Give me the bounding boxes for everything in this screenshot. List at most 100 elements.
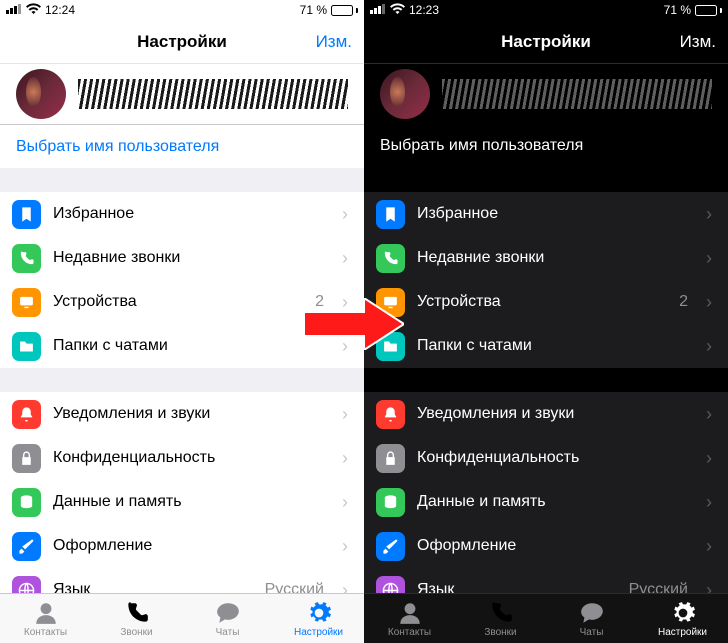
battery-icon — [695, 5, 722, 16]
lock-icon — [376, 444, 405, 473]
phone-dark: 12:23 71 % Настройки Изм. Выбрать имя по… — [364, 0, 728, 643]
cell-data[interactable]: Данные и память› — [0, 480, 364, 524]
status-time: 12:23 — [409, 3, 439, 17]
cell-label: Уведомления и звуки — [53, 405, 324, 423]
cell-folders[interactable]: Папки с чатами › — [0, 324, 364, 368]
tab-calls[interactable]: Звонки — [455, 594, 546, 643]
chevron-right-icon: › — [706, 580, 712, 594]
tab-contacts[interactable]: Контакты — [364, 594, 455, 643]
cell-devices[interactable]: Устройства2› — [364, 280, 728, 324]
folder-icon — [12, 332, 41, 361]
chevron-right-icon: › — [342, 336, 348, 357]
cell-label: Язык — [417, 581, 617, 593]
cell-label: Избранное — [417, 205, 688, 223]
profile-cell[interactable] — [364, 64, 728, 124]
signal-icon — [6, 3, 22, 17]
phone-icon — [376, 244, 405, 273]
cell-saved[interactable]: Избранное › — [0, 192, 364, 236]
cell-theme[interactable]: Оформление› — [0, 524, 364, 568]
section-gap — [0, 368, 364, 392]
cell-priv[interactable]: Конфиденциальность› — [0, 436, 364, 480]
profile-name-redacted — [78, 79, 348, 109]
cell-label: Данные и память — [53, 493, 324, 511]
db-icon — [12, 488, 41, 517]
tab-label: Контакты — [388, 627, 431, 638]
tab-chats[interactable]: Чаты — [546, 594, 637, 643]
bookmark-icon — [12, 200, 41, 229]
cell-label: Избранное — [53, 205, 324, 223]
chevron-right-icon: › — [342, 292, 348, 313]
chevron-right-icon: › — [342, 580, 348, 594]
chevron-right-icon: › — [706, 404, 712, 425]
cell-notif[interactable]: Уведомления и звуки› — [364, 392, 728, 436]
cell-lang[interactable]: ЯзыкРусский› — [0, 568, 364, 593]
edit-button[interactable]: Изм. — [316, 32, 352, 52]
phone-icon — [488, 600, 514, 626]
tab-label: Чаты — [580, 627, 604, 638]
chevron-right-icon: › — [342, 404, 348, 425]
battery-percent: 71 % — [300, 3, 327, 17]
page-title: Настройки — [501, 32, 591, 52]
chevron-right-icon: › — [706, 492, 712, 513]
globe-icon — [376, 576, 405, 594]
settings-scroll[interactable]: Выбрать имя пользователя Избранное›Недав… — [364, 64, 728, 593]
chevron-right-icon: › — [706, 336, 712, 357]
section-1: Избранное›Недавние звонки›Устройства2›Па… — [364, 192, 728, 368]
section-1: Избранное›Недавние звонки›Устройства2›Па… — [0, 192, 364, 368]
cell-label: Папки с чатами — [417, 337, 688, 355]
cell-folders[interactable]: Папки с чатами › — [364, 324, 728, 368]
tab-bar: Контакты Звонки Чаты Настройки — [364, 593, 728, 643]
chevron-right-icon: › — [342, 204, 348, 225]
db-icon — [376, 488, 405, 517]
gear-icon — [306, 600, 332, 626]
chevron-right-icon: › — [706, 292, 712, 313]
brush-icon — [376, 532, 405, 561]
username-link[interactable]: Выбрать имя пользователя — [364, 124, 728, 168]
brush-icon — [12, 532, 41, 561]
tab-settings[interactable]: Настройки — [273, 594, 364, 643]
profile-cell[interactable] — [0, 64, 364, 124]
tab-calls[interactable]: Звонки — [91, 594, 182, 643]
phone-icon — [12, 244, 41, 273]
chevron-right-icon: › — [342, 248, 348, 269]
section-gap — [364, 368, 728, 392]
username-link[interactable]: Выбрать имя пользователя — [0, 124, 364, 168]
cell-value: Русский — [629, 581, 688, 593]
navbar: Настройки Изм. — [364, 20, 728, 64]
wifi-icon — [26, 3, 41, 17]
chevron-right-icon: › — [706, 536, 712, 557]
bubble-icon — [215, 600, 241, 626]
cell-data[interactable]: Данные и память › — [364, 480, 728, 524]
cell-label: Конфиденциальность — [417, 449, 688, 467]
cell-label: Папки с чатами — [53, 337, 324, 355]
navbar: Настройки Изм. — [0, 20, 364, 64]
section-2: Уведомления и звуки›Конфиденциальность›Д… — [364, 392, 728, 593]
cell-theme[interactable]: Оформление› — [364, 524, 728, 568]
cell-recent[interactable]: Недавние звонки› — [364, 236, 728, 280]
cell-saved[interactable]: Избранное› — [364, 192, 728, 236]
cell-devices[interactable]: Устройства2› — [0, 280, 364, 324]
avatar — [16, 69, 66, 119]
cell-label: Данные и память — [417, 493, 688, 511]
bookmark-icon — [376, 200, 405, 229]
edit-button[interactable]: Изм. — [680, 32, 716, 52]
tab-settings[interactable]: Настройки — [637, 594, 728, 643]
tab-contacts[interactable]: Контакты — [0, 594, 91, 643]
user-icon — [33, 600, 59, 626]
chevron-right-icon: › — [706, 248, 712, 269]
tab-label: Контакты — [24, 627, 67, 638]
cell-notif[interactable]: Уведомления и звуки › — [0, 392, 364, 436]
phone-light: 12:24 71 % Настройки Изм. Выбрать имя по… — [0, 0, 364, 643]
cell-value: 2 — [315, 293, 324, 311]
side-by-side-container: 12:24 71 % Настройки Изм. Выбрать имя по… — [0, 0, 728, 643]
settings-scroll[interactable]: Выбрать имя пользователя Избранное›Недав… — [0, 64, 364, 593]
cell-value: Русский — [265, 581, 324, 593]
monitor-icon — [376, 288, 405, 317]
cell-recent[interactable]: Недавние звонки› — [0, 236, 364, 280]
tab-chats[interactable]: Чаты — [182, 594, 273, 643]
cell-priv[interactable]: Конфиденциальность› — [364, 436, 728, 480]
tab-bar: Контакты ЗвонкиЧатыНастройки — [0, 593, 364, 643]
cell-lang[interactable]: Язык Русский › — [364, 568, 728, 593]
cell-value: 2 — [679, 293, 688, 311]
cell-label: Конфиденциальность — [53, 449, 324, 467]
